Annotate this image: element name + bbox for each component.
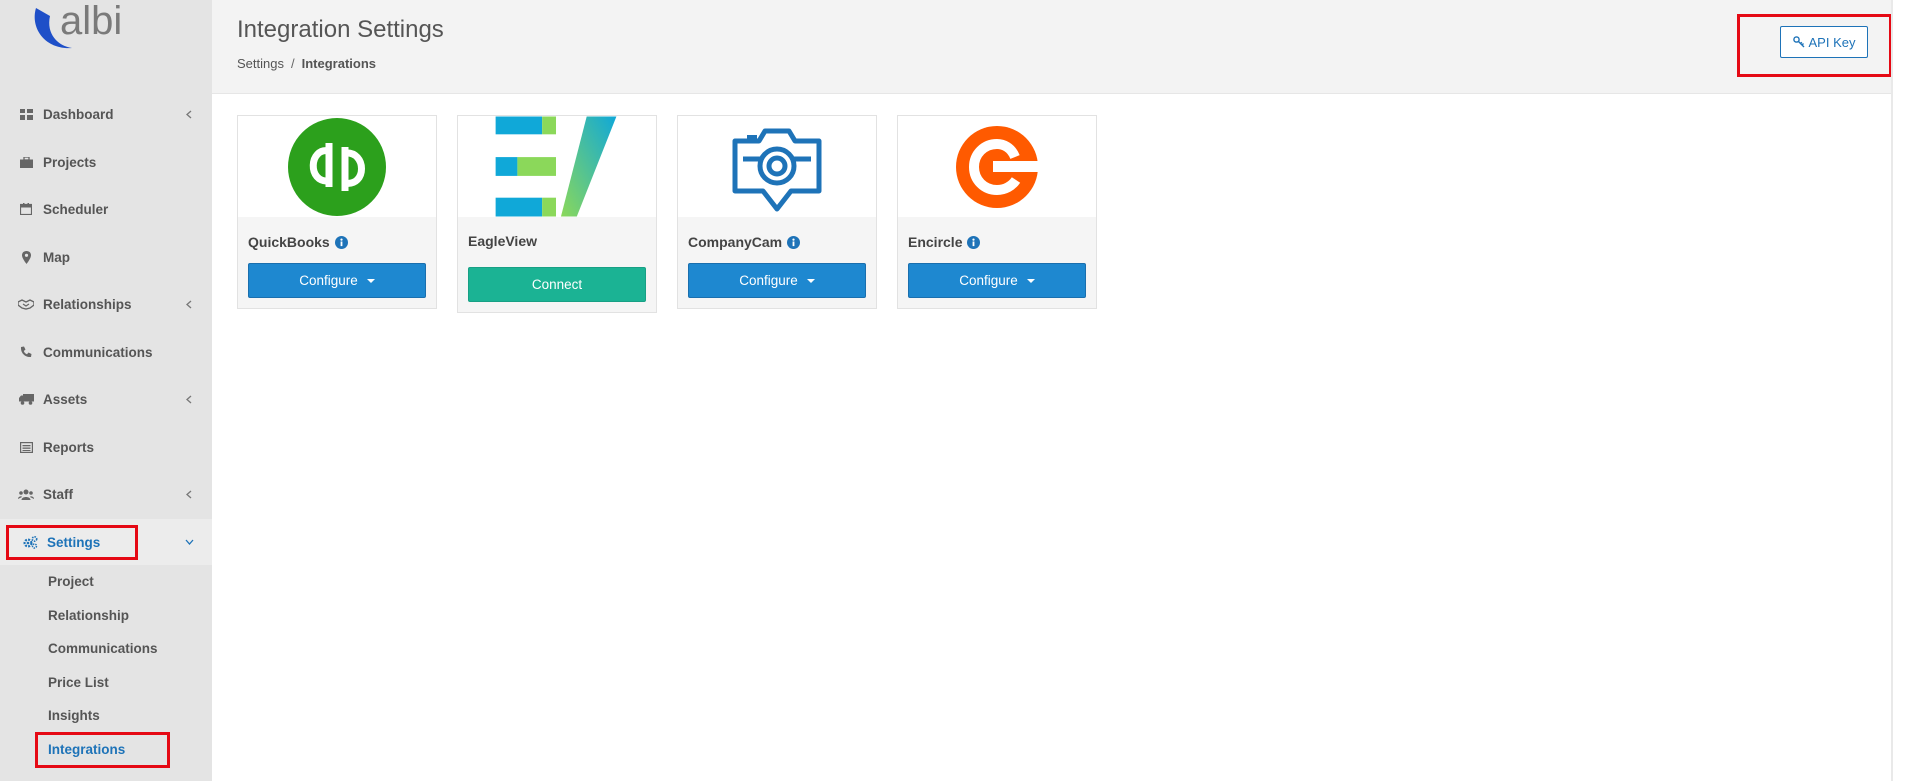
calendar-icon	[18, 201, 34, 217]
svg-text:albi: albi	[60, 0, 122, 43]
companycam-logo	[678, 116, 876, 217]
page-header: Integration Settings Settings / Integratio…	[212, 0, 1892, 94]
configure-button[interactable]: Configure	[908, 263, 1086, 298]
dashboard-icon	[18, 106, 34, 122]
sidebar-item-label: Communications	[43, 344, 153, 360]
chevron-left-icon	[184, 109, 194, 119]
chevron-left-icon	[184, 394, 194, 404]
info-icon[interactable]	[787, 235, 801, 249]
info-icon[interactable]	[967, 235, 981, 249]
integration-card-companycam: CompanyCam Configure	[677, 115, 877, 309]
info-icon[interactable]	[334, 235, 348, 249]
sidebar-item-label: Assets	[43, 391, 88, 407]
breadcrumb: Settings / Integrations	[237, 56, 376, 71]
connect-button[interactable]: Connect	[468, 267, 646, 302]
caret-down-icon	[366, 278, 375, 283]
caret-down-icon	[1026, 278, 1035, 283]
chevron-left-icon	[184, 489, 194, 499]
sidebar-item-map[interactable]: Map	[0, 234, 212, 280]
briefcase-icon	[18, 154, 34, 170]
chevron-left-icon	[184, 299, 194, 309]
sidebar-subitem-project[interactable]: Project	[48, 571, 94, 593]
sidebar-subitem-insights[interactable]: Insights	[48, 705, 100, 727]
sidebar-item-communications[interactable]: Communications	[0, 329, 212, 375]
breadcrumb-current: Integrations	[301, 56, 377, 71]
configure-button[interactable]: Configure	[248, 263, 426, 298]
key-icon	[1792, 36, 1805, 48]
integration-name: CompanyCam	[688, 234, 801, 250]
integration-card-encircle: Encircle Configure	[897, 115, 1097, 309]
sidebar-item-scheduler[interactable]: Scheduler	[0, 186, 212, 232]
albi-logo[interactable]: albi	[30, 0, 160, 54]
sidebar-item-reports[interactable]: Reports	[0, 424, 212, 470]
sidebar-item-staff[interactable]: Staff	[0, 471, 212, 517]
chevron-down-icon	[184, 537, 194, 547]
api-key-label: API Key	[1808, 34, 1856, 50]
integration-name: QuickBooks	[248, 234, 348, 250]
encircle-logo	[898, 116, 1096, 217]
breadcrumb-separator: /	[290, 56, 295, 71]
integration-name: Encircle	[908, 234, 981, 250]
breadcrumb-settings[interactable]: Settings	[237, 56, 284, 71]
sidebar-item-label: Reports	[43, 439, 95, 455]
sidebar-item-relationships[interactable]: Relationships	[0, 281, 212, 327]
api-key-button[interactable]: API Key	[1780, 26, 1868, 58]
users-icon	[18, 486, 34, 502]
right-border	[1891, 0, 1893, 781]
eagleview-logo	[458, 116, 656, 217]
truck-icon	[18, 391, 34, 407]
sidebar-item-label: Staff	[43, 486, 73, 502]
sidebar-item-label: Map	[43, 249, 70, 265]
map-marker-icon	[18, 249, 34, 265]
sidebar-item-label: Dashboard	[43, 106, 114, 122]
integration-card-eagleview: EagleView Connect	[457, 115, 657, 313]
sidebar-subitem-communications[interactable]: Communications	[48, 638, 158, 660]
handshake-icon	[18, 296, 34, 312]
sidebar-item-label: Projects	[43, 154, 97, 170]
caret-down-icon	[806, 278, 815, 283]
integration-card-quickbooks: QuickBooks Configure	[237, 115, 437, 309]
sidebar-item-label: Relationships	[43, 296, 132, 312]
sidebar-subitem-relationship[interactable]: Relationship	[48, 605, 129, 627]
sidebar-subitem-integrations[interactable]: Integrations	[48, 739, 125, 761]
sidebar-item-projects[interactable]: Projects	[0, 139, 212, 185]
integration-name: EagleView	[468, 233, 538, 249]
phone-icon	[18, 344, 34, 360]
page-title: Integration Settings	[237, 16, 444, 43]
configure-button[interactable]: Configure	[688, 263, 866, 298]
quickbooks-logo	[238, 116, 436, 217]
sidebar-item-assets[interactable]: Assets	[0, 376, 212, 422]
cogs-icon	[22, 534, 38, 550]
sidebar-item-label: Settings	[47, 534, 101, 550]
sidebar-item-settings[interactable]: Settings	[0, 519, 212, 565]
sidebar-item-label: Scheduler	[43, 201, 109, 217]
sidebar-subitem-price-list[interactable]: Price List	[48, 672, 109, 694]
sidebar-item-dashboard[interactable]: Dashboard	[0, 91, 212, 137]
sidebar: albi Dashboard Projects Scheduler Map Re…	[0, 0, 212, 781]
list-alt-icon	[18, 439, 34, 455]
